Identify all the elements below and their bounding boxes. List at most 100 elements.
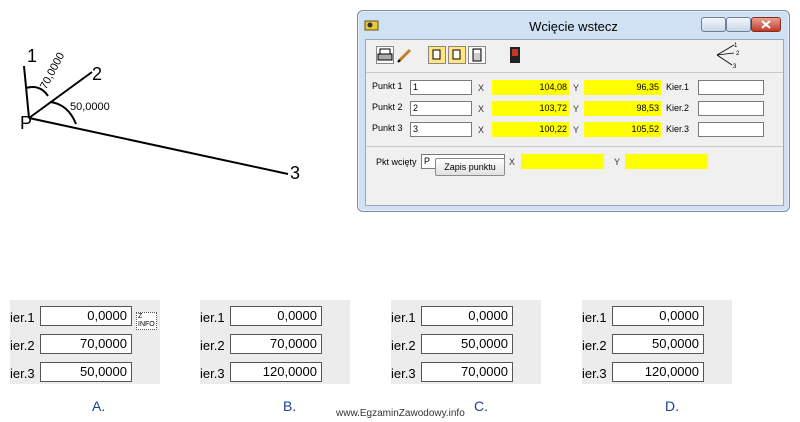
option-row-label: ier.3	[200, 366, 225, 381]
option-row: ier.2 70,0000	[200, 334, 350, 356]
option-row-value: 50,0000	[421, 334, 513, 354]
angle-label-70: 70,0000	[38, 51, 67, 92]
open-file-icon[interactable]	[428, 46, 446, 64]
print-icon[interactable]	[376, 46, 394, 64]
x-value: 104,08	[492, 80, 569, 95]
direction-input[interactable]	[698, 80, 764, 95]
x-value: 100,22	[492, 122, 569, 137]
point-label-2: 2	[92, 64, 102, 84]
option-d-panel: ier.1 0,0000 ier.2 50,0000 ier.3 120,000…	[582, 300, 732, 384]
point-label-1: 1	[27, 46, 37, 66]
option-row-label: ier.1	[391, 310, 416, 325]
x-label: X	[478, 83, 485, 93]
option-row: ier.1 0,0000	[200, 306, 350, 328]
option-row-label: ier.2	[10, 338, 35, 353]
option-row-label: ier.3	[10, 366, 35, 381]
info-icon: Z INFO	[136, 312, 157, 330]
y-value: 105,52	[584, 122, 661, 137]
option-c-panel: ier.1 0,0000 ier.2 50,0000 ier.3 70,0000	[391, 300, 541, 384]
point-number-input[interactable]: 1	[410, 80, 472, 95]
option-d-letter: D.	[665, 398, 679, 414]
toolbar-divider	[366, 72, 783, 73]
x-value: 103,72	[492, 101, 569, 116]
y-label: Y	[573, 104, 580, 114]
y-value: 96,35	[584, 80, 661, 95]
option-b-letter: B.	[283, 398, 297, 414]
angle-label-50: 50,0000	[70, 101, 110, 113]
option-row-value: 120,0000	[230, 362, 322, 382]
title-bar[interactable]: Wcięcie wstecz	[358, 11, 789, 41]
option-row-label: ier.1	[582, 310, 607, 325]
direction-label: Kier.1	[666, 82, 690, 92]
option-row: ier.1 0,0000	[582, 306, 732, 328]
direction-input[interactable]	[698, 122, 764, 137]
option-row-label: ier.3	[582, 366, 607, 381]
y-value: 98,53	[584, 101, 661, 116]
option-row: ier.2 50,0000	[582, 334, 732, 356]
option-a-panel: ier.1 0,0000 ier.2 70,0000 ier.3 50,0000…	[10, 300, 160, 384]
angle-diagram: 1 2 3 P 70,0000 50,0000	[20, 46, 300, 183]
x-label: X	[478, 125, 485, 135]
point-number-input[interactable]: 2	[410, 101, 472, 116]
calculator-icon[interactable]	[468, 46, 486, 64]
option-row-value: 0,0000	[421, 306, 513, 326]
option-row-label: ier.2	[391, 338, 416, 353]
maximize-button[interactable]	[726, 17, 751, 32]
direction-input[interactable]	[698, 101, 764, 116]
option-row-value: 70,0000	[40, 334, 132, 354]
option-row-label: ier.1	[200, 310, 225, 325]
target-y-value	[625, 154, 708, 169]
window-client: 1 2 3 Punkt 1 1 X 104,08 Y 96,35 Kier.1 …	[365, 39, 784, 206]
target-x-value	[521, 154, 604, 169]
pencil-icon[interactable]	[396, 46, 414, 64]
watermark: www.EgzaminZawodowy.info	[336, 408, 465, 419]
row-label: Punkt 1	[372, 81, 403, 91]
exit-door-icon[interactable]	[506, 46, 524, 64]
option-row: ier.3 50,0000	[10, 362, 160, 384]
option-row-label: ier.1	[10, 310, 35, 325]
resection-scheme-icon: 1 2 3	[716, 43, 740, 69]
direction-label: Kier.3	[666, 124, 690, 134]
save-point-button[interactable]: Zapis punktu	[435, 158, 505, 176]
point-label-3: 3	[290, 163, 300, 183]
option-row: ier.2 50,0000	[391, 334, 541, 356]
option-row-label: ier.3	[391, 366, 416, 381]
target-label: Pkt wcięty	[376, 157, 417, 167]
ray-3	[28, 117, 289, 175]
close-button[interactable]	[751, 17, 781, 32]
option-row: ier.1 0,0000	[391, 306, 541, 328]
row-label: Punkt 2	[372, 102, 403, 112]
y-label: Y	[573, 125, 580, 135]
new-file-icon[interactable]	[448, 46, 466, 64]
option-c-letter: C.	[474, 398, 488, 414]
x-label: X	[509, 157, 516, 167]
option-row-value: 50,0000	[612, 334, 704, 354]
info-icon-line2: INFO	[138, 321, 155, 328]
option-row-value: 0,0000	[40, 306, 132, 326]
option-row: ier.3 70,0000	[391, 362, 541, 384]
option-row-value: 50,0000	[40, 362, 132, 382]
y-label: Y	[614, 157, 621, 167]
option-row: ier.3 120,0000	[582, 362, 732, 384]
option-row-value: 70,0000	[230, 334, 322, 354]
option-row-value: 0,0000	[612, 306, 704, 326]
option-row-label: ier.2	[200, 338, 225, 353]
option-row-value: 70,0000	[421, 362, 513, 382]
minimize-button[interactable]	[701, 17, 726, 32]
scheme-label-1: 1	[734, 43, 738, 49]
rows-divider	[366, 146, 783, 147]
close-icon	[761, 20, 771, 29]
app-window: Wcięcie wstecz 1 2 3 Punkt 1 1 X 104,08 …	[357, 10, 790, 212]
option-row-value: 120,0000	[612, 362, 704, 382]
point-label-p: P	[20, 113, 32, 133]
point-number-input[interactable]: 3	[410, 122, 472, 137]
ray-1	[23, 65, 30, 119]
option-b-panel: ier.1 0,0000 ier.2 70,0000 ier.3 120,000…	[200, 300, 350, 384]
scheme-label-3: 3	[733, 64, 737, 69]
option-row: ier.2 70,0000	[10, 334, 160, 356]
x-label: X	[478, 104, 485, 114]
direction-label: Kier.2	[666, 103, 690, 113]
option-row-label: ier.2	[582, 338, 607, 353]
info-icon-line1: Z	[138, 313, 143, 320]
scheme-label-2: 2	[736, 51, 740, 57]
